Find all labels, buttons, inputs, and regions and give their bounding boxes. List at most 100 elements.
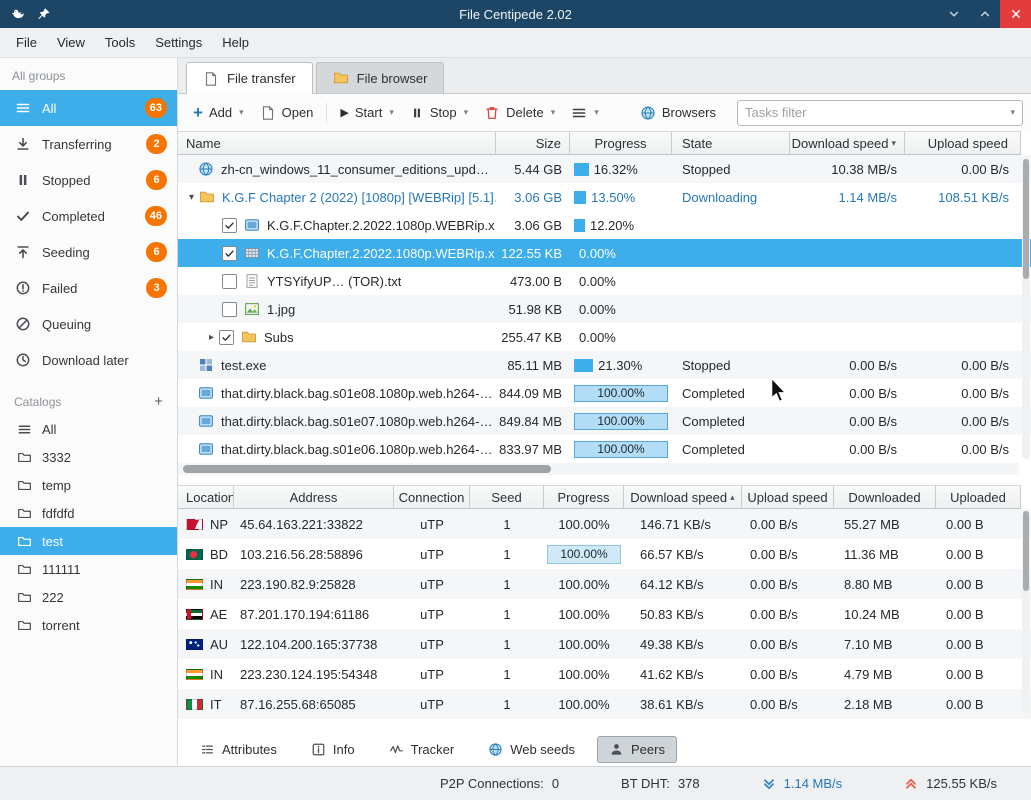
- peer-row[interactable]: IN 223.190.82.9:25828 uTP 1 100.00% 64.1…: [178, 569, 1031, 599]
- menu-settings[interactable]: Settings: [145, 30, 212, 55]
- sidebar-item-stopped[interactable]: Stopped 6: [0, 162, 177, 198]
- peer-row[interactable]: IT 87.16.255.68:65085 uTP 1 100.00% 38.6…: [178, 689, 1031, 719]
- sidebar-item-label: Completed: [42, 209, 105, 224]
- catalog-item-3332[interactable]: 3332: [0, 443, 177, 471]
- column-header-connection[interactable]: Connection: [394, 485, 470, 509]
- menubar: File View Tools Settings Help: [0, 28, 1031, 58]
- scrollbar-thumb[interactable]: [183, 465, 551, 473]
- tasks-filter-input[interactable]: [745, 105, 1009, 120]
- pin-icon[interactable]: [37, 7, 51, 21]
- sidebar-item-completed[interactable]: Completed 46: [0, 198, 177, 234]
- text-file-icon: [244, 273, 260, 289]
- catalog-item-label: 222: [42, 590, 64, 605]
- task-row[interactable]: YTSYifyUP… (TOR).txt 473.00 B 0.00%: [178, 267, 1031, 295]
- menu-file[interactable]: File: [6, 30, 47, 55]
- column-header-upload-speed[interactable]: Upload speed: [905, 131, 1021, 155]
- menu-tools[interactable]: Tools: [95, 30, 145, 55]
- checkbox-checked[interactable]: [219, 330, 234, 345]
- start-button[interactable]: ▶ Start ▾: [333, 100, 400, 125]
- task-row-selected[interactable]: K.G.F.Chapter.2.2022.1080p.WEBRip.x… 122…: [178, 239, 1031, 267]
- minimize-button[interactable]: [938, 0, 969, 28]
- sidebar-item-label: All: [42, 101, 56, 116]
- peers-vertical-scrollbar[interactable]: [1022, 509, 1030, 713]
- tab-web-seeds[interactable]: Web seeds: [476, 736, 587, 763]
- tab-file-browser[interactable]: File browser: [316, 62, 445, 93]
- column-header-seed[interactable]: Seed: [470, 485, 544, 509]
- tab-peers[interactable]: Peers: [597, 736, 677, 763]
- column-header-upload-speed[interactable]: Upload speed: [742, 485, 834, 509]
- checkbox-checked[interactable]: [222, 246, 237, 261]
- add-button[interactable]: + Add ▾: [186, 100, 251, 125]
- column-header-address[interactable]: Address: [234, 485, 394, 509]
- task-row[interactable]: test.exe 85.11 MB 21.30% Stopped 0.00 B/…: [178, 351, 1031, 379]
- task-row[interactable]: that.dirty.black.bag.s01e07.1080p.web.h2…: [178, 407, 1031, 435]
- task-row[interactable]: that.dirty.black.bag.s01e08.1080p.web.h2…: [178, 379, 1031, 407]
- column-header-progress[interactable]: Progress: [544, 485, 624, 509]
- task-row[interactable]: ▸ Subs 255.47 KB 0.00%: [178, 323, 1031, 351]
- menu-help[interactable]: Help: [212, 30, 259, 55]
- delete-button[interactable]: Delete ▾: [477, 100, 562, 126]
- task-row[interactable]: 1.jpg 51.98 KB 0.00%: [178, 295, 1031, 323]
- scrollbar-thumb[interactable]: [1023, 511, 1029, 591]
- add-catalog-button[interactable]: +: [154, 394, 163, 409]
- column-header-downloaded[interactable]: Downloaded: [834, 485, 936, 509]
- column-header-location[interactable]: Location: [178, 485, 234, 509]
- tasks-filter-combobox[interactable]: ▾: [737, 100, 1023, 126]
- peer-row[interactable]: AU 122.104.200.165:37738 uTP 1 100.00% 4…: [178, 629, 1031, 659]
- task-row[interactable]: ▾ K.G.F Chapter 2 (2022) [1080p] [WEBRip…: [178, 183, 1031, 211]
- catalog-item-temp[interactable]: temp: [0, 471, 177, 499]
- column-header-state[interactable]: State: [672, 131, 790, 155]
- play-icon: ▶: [340, 106, 348, 119]
- folder-icon: [17, 618, 32, 633]
- person-icon: [609, 742, 624, 757]
- column-header-download-speed[interactable]: Download speed▴: [624, 485, 742, 509]
- expand-arrow-icon[interactable]: ▾: [184, 192, 199, 203]
- download-icon: [15, 136, 31, 152]
- task-row[interactable]: that.dirty.black.bag.s01e06.1080p.web.h2…: [178, 435, 1031, 463]
- menu-view[interactable]: View: [47, 30, 95, 55]
- task-row[interactable]: K.G.F.Chapter.2.2022.1080p.WEBRip.x… 3.0…: [178, 211, 1031, 239]
- column-header-uploaded[interactable]: Uploaded: [936, 485, 1021, 509]
- checkbox-unchecked[interactable]: [222, 274, 237, 289]
- stop-button[interactable]: Stop ▾: [403, 100, 475, 125]
- sidebar-item-transferring[interactable]: Transferring 2: [0, 126, 177, 162]
- browsers-button[interactable]: Browsers: [633, 100, 723, 126]
- tab-tracker[interactable]: Tracker: [377, 736, 467, 763]
- peer-row[interactable]: AE 87.201.170.194:61186 uTP 1 100.00% 50…: [178, 599, 1031, 629]
- collapse-arrow-icon[interactable]: ▸: [204, 332, 219, 343]
- scrollbar-thumb[interactable]: [1023, 159, 1029, 279]
- catalog-item-all[interactable]: All: [0, 415, 177, 443]
- checkbox-checked[interactable]: [222, 218, 237, 233]
- tab-info[interactable]: Info: [299, 736, 367, 763]
- tasks-horizontal-scrollbar[interactable]: [178, 463, 1019, 475]
- column-header-download-speed[interactable]: Download speed▾: [790, 131, 905, 155]
- sidebar-item-seeding[interactable]: Seeding 6: [0, 234, 177, 270]
- sidebar-item-queuing[interactable]: Queuing: [0, 306, 177, 342]
- toolbar: + Add ▾ Open ▶ Start ▾ Stop ▾: [178, 94, 1031, 131]
- catalog-item-111111[interactable]: 111111: [0, 555, 177, 583]
- sidebar-item-failed[interactable]: Failed 3: [0, 270, 177, 306]
- catalog-item-test[interactable]: test: [0, 527, 177, 555]
- catalog-item-torrent[interactable]: torrent: [0, 611, 177, 639]
- task-row[interactable]: zh-cn_windows_11_consumer_editions_upd… …: [178, 155, 1031, 183]
- checkbox-unchecked[interactable]: [222, 302, 237, 317]
- column-header-name[interactable]: Name: [178, 131, 496, 155]
- sidebar-item-all[interactable]: All 63: [0, 90, 177, 126]
- maximize-button[interactable]: [969, 0, 1000, 28]
- tasks-vertical-scrollbar[interactable]: [1022, 157, 1030, 459]
- catalog-item-fdfdfd[interactable]: fdfdfd: [0, 499, 177, 527]
- open-file-icon: [260, 105, 276, 121]
- peer-row[interactable]: IN 223.230.124.195:54348 uTP 1 100.00% 4…: [178, 659, 1031, 689]
- globe-icon: [640, 105, 656, 121]
- column-header-progress[interactable]: Progress: [570, 131, 672, 155]
- peer-row[interactable]: BD 103.216.56.28:58896 uTP 1 100.00% 66.…: [178, 539, 1031, 569]
- tab-file-transfer[interactable]: File transfer: [186, 62, 313, 94]
- close-button[interactable]: [1000, 0, 1031, 28]
- column-header-size[interactable]: Size: [496, 131, 570, 155]
- tab-attributes[interactable]: Attributes: [188, 736, 289, 763]
- catalog-item-222[interactable]: 222: [0, 583, 177, 611]
- more-menu-button[interactable]: ▾: [564, 100, 606, 126]
- peer-row[interactable]: NP 45.64.163.221:33822 uTP 1 100.00% 146…: [178, 509, 1031, 539]
- sidebar-item-download-later[interactable]: Download later: [0, 342, 177, 378]
- open-button[interactable]: Open: [253, 100, 321, 126]
